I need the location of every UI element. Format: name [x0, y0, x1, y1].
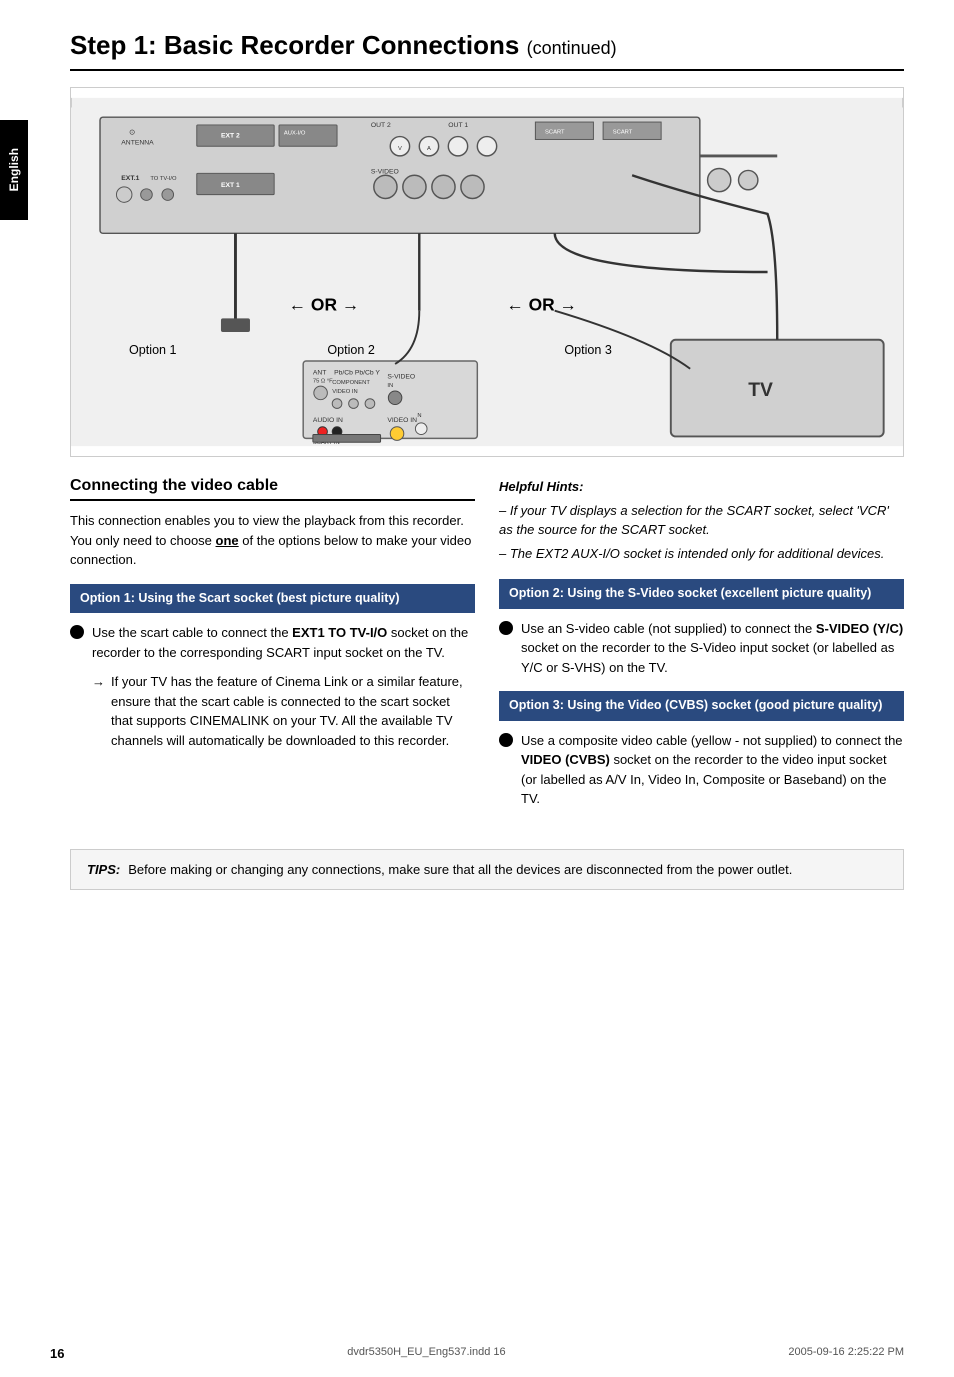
bullet-dot-2 — [499, 621, 513, 635]
svg-text:AUDIO IN: AUDIO IN — [313, 417, 343, 424]
intro-paragraph: This connection enables you to view the … — [70, 511, 475, 570]
svg-text:VIDEO IN: VIDEO IN — [387, 417, 417, 424]
option2-box: Option 2: Using the S-Video socket (exce… — [499, 579, 904, 609]
tips-box: TIPS: Before making or changing any conn… — [70, 849, 904, 891]
left-column: Connecting the video cable This connecti… — [70, 477, 475, 819]
svg-text:SCART: SCART — [613, 130, 633, 136]
svg-text:A: A — [427, 146, 431, 152]
diagram-area: ⊙ ANTENNA EXT 2 AUX-I/O OUT 2 OUT 1 V A … — [70, 87, 904, 457]
side-tab: English — [0, 120, 28, 220]
svg-text:S-VIDEO: S-VIDEO — [371, 168, 399, 175]
side-tab-label: English — [7, 148, 21, 191]
svg-text:S-VIDEO: S-VIDEO — [387, 373, 415, 380]
footer-date: 2005-09-16 2:25:22 PM — [788, 1346, 904, 1361]
svg-text:N: N — [417, 413, 421, 419]
hint2: – The EXT2 AUX-I/O socket is intended on… — [499, 544, 904, 564]
tips-text: Before making or changing any connection… — [128, 860, 792, 880]
diagram-svg: ⊙ ANTENNA EXT 2 AUX-I/O OUT 2 OUT 1 V A … — [71, 88, 903, 456]
bullet-dot-3 — [499, 733, 513, 747]
svg-text:OUT 2: OUT 2 — [371, 122, 391, 129]
option3-bullet-text: Use a composite video cable (yellow - no… — [521, 731, 904, 809]
svg-text:V: V — [398, 146, 402, 152]
helpful-hints: Helpful Hints: – If your TV displays a s… — [499, 477, 904, 563]
svg-text:EXT 1: EXT 1 — [221, 182, 240, 189]
svg-text:Pb/Cb Pb/Cb Y: Pb/Cb Pb/Cb Y — [334, 370, 380, 377]
option1-arrow-item: → If your TV has the feature of Cinema L… — [70, 672, 475, 750]
footer-filename: dvdr5350H_EU_Eng537.indd 16 — [347, 1346, 505, 1361]
option2-label: Option 2 — [327, 343, 375, 357]
svg-text:75 Ω °F: 75 Ω °F — [313, 378, 333, 384]
tips-label: TIPS: — [87, 860, 120, 880]
svg-text:OUT 1: OUT 1 — [448, 122, 468, 129]
svg-text:VIDEO IN: VIDEO IN — [332, 389, 357, 395]
option1-bullet-text: Use the scart cable to connect the EXT1 … — [92, 623, 475, 662]
arrow-symbol: → — [92, 672, 105, 692]
page-title: Step 1: Basic Recorder Connections (cont… — [70, 30, 904, 61]
svg-text:COMPONENT: COMPONENT — [332, 380, 370, 386]
page-number: 16 — [50, 1346, 64, 1361]
svg-text:AUX-I/O: AUX-I/O — [284, 131, 306, 137]
page-container: English Step 1: Basic Recorder Connectio… — [0, 0, 954, 1377]
continued-label: (continued) — [527, 38, 617, 58]
content-columns: Connecting the video cable This connecti… — [70, 477, 904, 819]
hint1: – If your TV displays a selection for th… — [499, 501, 904, 540]
svg-text:IN: IN — [387, 383, 393, 389]
svg-text:ANTENNA: ANTENNA — [121, 139, 154, 146]
option2-bullet-text: Use an S-video cable (not supplied) to c… — [521, 619, 904, 678]
svg-text:EXT 2: EXT 2 — [221, 133, 240, 140]
option1-label: Option 1 — [129, 343, 177, 357]
option3-label: Option 3 — [564, 343, 612, 357]
svg-text:TO TV-I/O: TO TV-I/O — [150, 176, 177, 182]
option1-bullet: Use the scart cable to connect the EXT1 … — [70, 623, 475, 662]
svg-text:⊙: ⊙ — [129, 128, 135, 137]
right-column: Helpful Hints: – If your TV displays a s… — [499, 477, 904, 819]
option1-box: Option 1: Using the Scart socket (best p… — [70, 584, 475, 614]
page-footer: 16 dvdr5350H_EU_Eng537.indd 16 2005-09-1… — [50, 1346, 904, 1361]
section-heading: Connecting the video cable — [70, 477, 475, 501]
or2-text: ← OR → — [506, 295, 577, 315]
svg-text:ANT: ANT — [313, 370, 327, 377]
page-header: Step 1: Basic Recorder Connections (cont… — [70, 30, 904, 71]
option3-box: Option 3: Using the Video (CVBS) socket … — [499, 691, 904, 721]
bullet-dot-1 — [70, 625, 84, 639]
or1-text: ← OR → — [289, 295, 360, 315]
svg-text:SCART: SCART — [545, 130, 565, 136]
hints-title: Helpful Hints: — [499, 477, 904, 497]
svg-text:EXT.1: EXT.1 — [121, 175, 139, 182]
option3-bullet: Use a composite video cable (yellow - no… — [499, 731, 904, 809]
tv-label: TV — [748, 379, 773, 401]
option2-bullet: Use an S-video cable (not supplied) to c… — [499, 619, 904, 678]
